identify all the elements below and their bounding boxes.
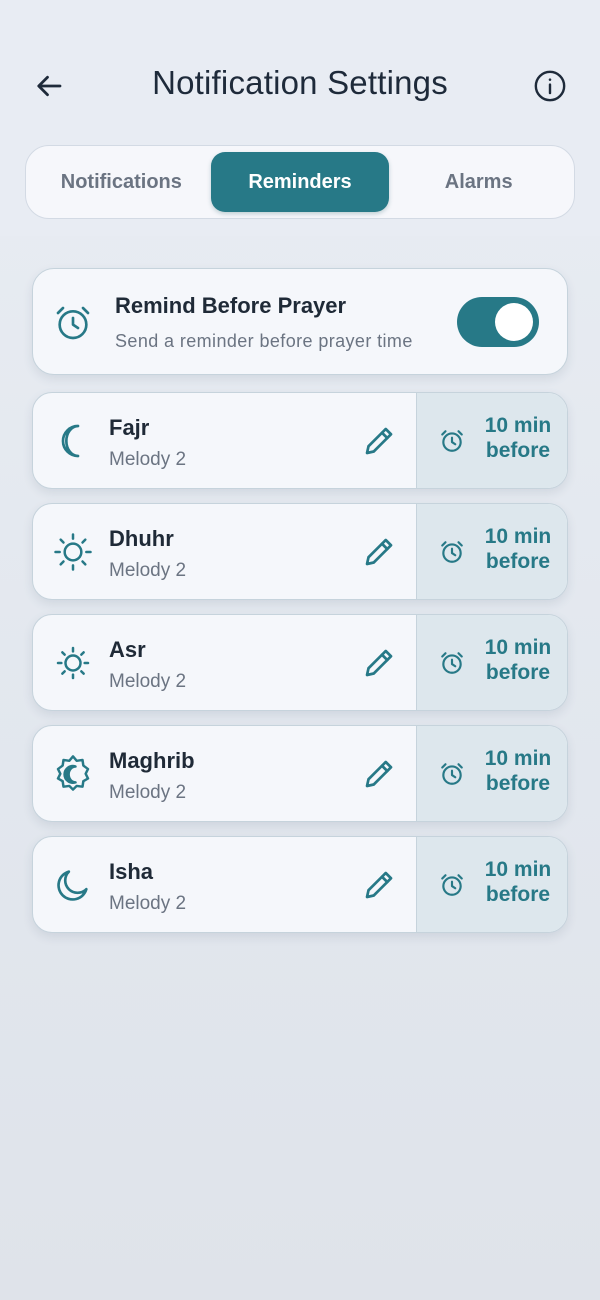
prayer-sound: Melody 2: [109, 782, 187, 803]
offset-suffix: before: [485, 439, 551, 462]
offset-button[interactable]: 10 min before: [416, 393, 567, 488]
offset-label: 10 min before: [473, 857, 563, 907]
prayer-name: Maghrib: [109, 748, 195, 773]
prayer-row-maghrib: Maghrib Melody 2 10 min before: [32, 725, 568, 822]
prayer-row-dhuhr: Dhuhr Melody 2 10 min before: [32, 503, 568, 600]
sun-icon: [54, 533, 92, 571]
offset-value: 10 min: [484, 414, 552, 437]
remind-title: Remind Before Prayer: [115, 293, 347, 318]
alarm-clock-icon: [441, 874, 463, 896]
prayer-name: Fajr: [109, 415, 150, 440]
tab-alarms[interactable]: Alarms: [389, 152, 568, 212]
offset-button[interactable]: 10 min before: [416, 504, 567, 599]
offset-label: 10 min before: [473, 524, 563, 574]
offset-button[interactable]: 10 min before: [416, 837, 567, 932]
offset-value: 10 min: [484, 747, 552, 770]
offset-value: 10 min: [484, 858, 552, 881]
prayer-sound: Melody 2: [109, 449, 187, 470]
tab-bar: Notifications Reminders Alarms: [25, 145, 575, 219]
offset-label: 10 min before: [473, 746, 563, 796]
alarm-clock-icon: [441, 541, 463, 563]
sun-small-icon: [56, 646, 90, 680]
offset-value: 10 min: [484, 636, 552, 659]
tab-reminders[interactable]: Reminders: [210, 152, 390, 212]
prayer-name: Asr: [109, 637, 146, 662]
prayer-sound: Melody 2: [109, 671, 187, 692]
edit-pencil-icon[interactable]: [361, 423, 397, 459]
offset-suffix: before: [485, 883, 551, 906]
prayer-row-asr: Asr Melody 2 10 min before: [32, 614, 568, 711]
offset-label: 10 min before: [473, 413, 563, 463]
moon-badge-icon: [56, 755, 90, 791]
edit-pencil-icon[interactable]: [361, 756, 397, 792]
prayer-name: Dhuhr: [109, 526, 174, 551]
page-title: Notification Settings: [152, 64, 448, 101]
offset-button[interactable]: 10 min before: [416, 726, 567, 821]
tab-notifications[interactable]: Notifications: [32, 152, 211, 212]
offset-suffix: before: [485, 661, 551, 684]
remind-toggle[interactable]: [457, 297, 539, 347]
moon-icon: [57, 870, 88, 901]
prayer-sound: Melody 2: [109, 560, 187, 581]
offset-suffix: before: [485, 772, 551, 795]
edit-pencil-icon[interactable]: [361, 867, 397, 903]
offset-value: 10 min: [484, 525, 552, 548]
info-icon: [534, 70, 566, 102]
edit-pencil-icon[interactable]: [361, 534, 397, 570]
alarm-clock-icon: [441, 763, 463, 785]
toggle-knob: [495, 303, 533, 341]
offset-button[interactable]: 10 min before: [416, 615, 567, 710]
prayer-name: Isha: [109, 859, 154, 884]
remind-subtitle: Send a reminder before prayer time: [115, 331, 413, 351]
header: Notification Settings: [0, 50, 600, 120]
info-button[interactable]: [524, 60, 576, 112]
alarm-clock-icon: [441, 430, 463, 452]
prayer-sound: Melody 2: [109, 893, 187, 914]
remind-before-prayer-card: Remind Before Prayer Send a reminder bef…: [32, 268, 568, 375]
edit-pencil-icon[interactable]: [361, 645, 397, 681]
offset-label: 10 min before: [473, 635, 563, 685]
alarm-clock-icon: [441, 652, 463, 674]
offset-suffix: before: [485, 550, 551, 573]
prayer-row-fajr: Fajr Melody 2 10 min before: [32, 392, 568, 489]
alarm-clock-icon: [56, 306, 90, 340]
prayer-row-isha: Isha Melody 2 10 min before: [32, 836, 568, 933]
crescent-moon-icon: [61, 424, 80, 458]
